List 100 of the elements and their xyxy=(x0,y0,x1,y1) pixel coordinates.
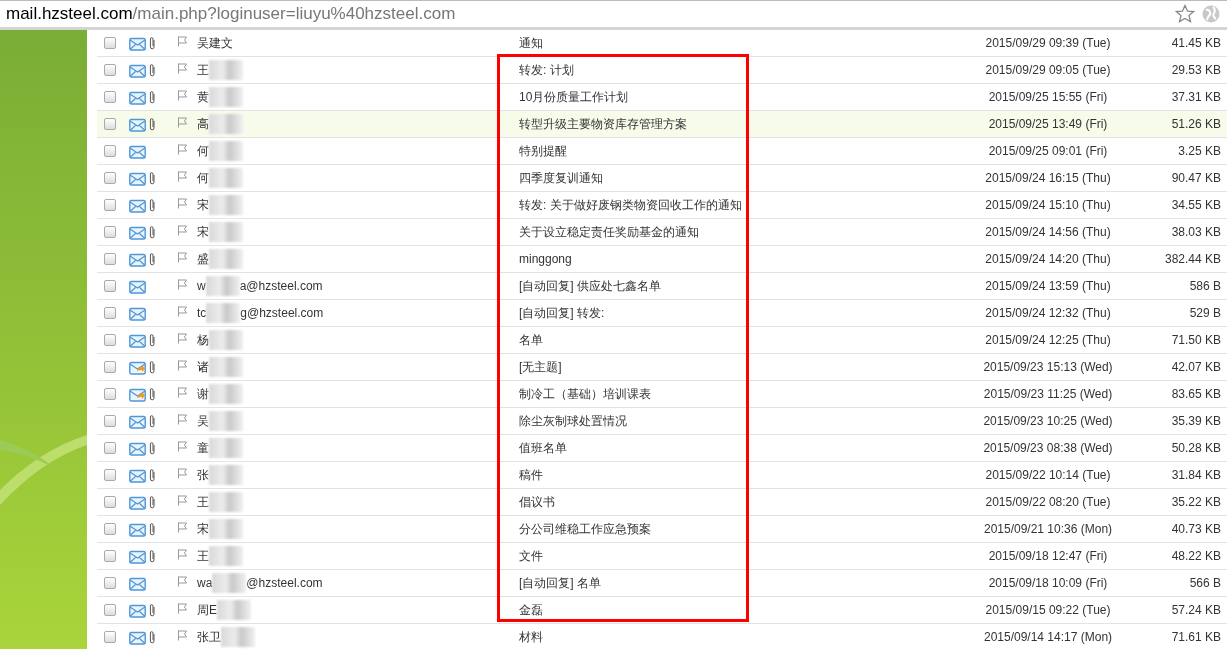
checkbox[interactable] xyxy=(104,577,116,589)
subject-link[interactable]: 倡议书 xyxy=(519,495,555,509)
size-text: 83.65 KB xyxy=(1171,387,1221,401)
flag-icon[interactable] xyxy=(177,305,189,317)
message-row[interactable]: 盛 minggong 2015/09/24 14:20 (Thu) 382.44 KB xyxy=(97,246,1227,273)
flag-icon[interactable] xyxy=(177,116,189,128)
checkbox[interactable] xyxy=(104,307,116,319)
flag-icon[interactable] xyxy=(177,602,189,614)
checkbox[interactable] xyxy=(104,631,116,643)
message-row[interactable]: 张 稿件 2015/09/22 10:14 (Tue) 31.84 KB xyxy=(97,462,1227,489)
subject-link[interactable]: 名单 xyxy=(519,333,543,347)
subject-link[interactable]: 转发: 关于做好废钢类物资回收工作的通知 xyxy=(519,198,742,212)
checkbox[interactable] xyxy=(104,226,116,238)
message-row[interactable]: 宋 转发: 关于做好废钢类物资回收工作的通知 2015/09/24 15:10 (Thu) 34.55 KB xyxy=(97,192,1227,219)
flag-icon[interactable] xyxy=(177,494,189,506)
subject-link[interactable]: 10月份质量工作计划 xyxy=(519,90,629,104)
checkbox[interactable] xyxy=(104,280,116,292)
flag-icon[interactable] xyxy=(177,413,189,425)
subject-link[interactable]: 金磊 xyxy=(519,603,543,617)
message-row[interactable]: 童 值班名单 2015/09/23 08:38 (Wed) 50.28 KB xyxy=(97,435,1227,462)
date-text: 2015/09/23 10:25 (Wed) xyxy=(983,414,1113,428)
flag-icon[interactable] xyxy=(177,35,189,47)
subject-link[interactable]: 转发: 计划 xyxy=(519,63,574,77)
subject-link[interactable]: 四季度复训通知 xyxy=(519,171,603,185)
star-icon[interactable] xyxy=(1175,4,1195,24)
checkbox[interactable] xyxy=(104,118,116,130)
subject-link[interactable]: minggong xyxy=(519,252,572,266)
subject-link[interactable]: 除尘灰制球处置情况 xyxy=(519,414,627,428)
checkbox[interactable] xyxy=(104,469,116,481)
size-text: 3.25 KB xyxy=(1178,144,1221,158)
flag-icon[interactable] xyxy=(177,629,189,641)
checkbox[interactable] xyxy=(104,388,116,400)
checkbox[interactable] xyxy=(104,415,116,427)
message-row[interactable]: 宋 分公司维稳工作应急预案 2015/09/21 10:36 (Mon) 40.73 KB xyxy=(97,516,1227,543)
flag-icon[interactable] xyxy=(177,548,189,560)
checkbox[interactable] xyxy=(104,145,116,157)
checkbox[interactable] xyxy=(104,550,116,562)
flag-icon[interactable] xyxy=(177,89,189,101)
checkbox[interactable] xyxy=(104,442,116,454)
message-row[interactable]: 杨 名单 2015/09/24 12:25 (Thu) 71.50 KB xyxy=(97,327,1227,354)
subject-link[interactable]: 分公司维稳工作应急预案 xyxy=(519,522,651,536)
checkbox[interactable] xyxy=(104,37,116,49)
flag-icon[interactable] xyxy=(177,386,189,398)
message-row[interactable]: 王 文件 2015/09/18 12:47 (Fri) 48.22 KB xyxy=(97,543,1227,570)
subject-link[interactable]: 材料 xyxy=(519,630,543,644)
checkbox[interactable] xyxy=(104,523,116,535)
checkbox[interactable] xyxy=(104,604,116,616)
checkbox[interactable] xyxy=(104,334,116,346)
subject-link[interactable]: [自动回复] 转发: xyxy=(519,306,605,320)
subject-link[interactable]: 稿件 xyxy=(519,468,543,482)
flag-icon[interactable] xyxy=(177,170,189,182)
message-row[interactable]: 何 四季度复训通知 2015/09/24 16:15 (Thu) 90.47 KB xyxy=(97,165,1227,192)
checkbox[interactable] xyxy=(104,172,116,184)
flag-icon[interactable] xyxy=(177,440,189,452)
flag-icon[interactable] xyxy=(177,359,189,371)
sender-name: 诸 xyxy=(197,359,209,376)
message-row[interactable]: 吴 除尘灰制球处置情况 2015/09/23 10:25 (Wed) 35.39 KB xyxy=(97,408,1227,435)
flag-icon[interactable] xyxy=(177,251,189,263)
subject-link[interactable]: 值班名单 xyxy=(519,441,567,455)
message-row[interactable]: 王 倡议书 2015/09/22 08:20 (Tue) 35.22 KB xyxy=(97,489,1227,516)
message-row[interactable]: 谢 制冷工（基础）培训课表 2015/09/23 11:25 (Wed) 83.65 KB xyxy=(97,381,1227,408)
subject-link[interactable]: [自动回复] 供应处七鑫名单 xyxy=(519,279,661,293)
url-text[interactable]: mail.hzsteel.com/main.php?loginuser=liuyu%40hzsteel.com xyxy=(6,1,1175,27)
checkbox[interactable] xyxy=(104,199,116,211)
checkbox[interactable] xyxy=(104,91,116,103)
flag-icon[interactable] xyxy=(177,575,189,587)
subject-link[interactable]: 文件 xyxy=(519,549,543,563)
flag-icon[interactable] xyxy=(177,62,189,74)
message-row[interactable]: 王 转发: 计划 2015/09/29 09:05 (Tue) 29.53 KB xyxy=(97,57,1227,84)
message-row[interactable]: tc g@hzsteel.com [自动回复] 转发: 2015/09/24 12:32 (Thu) 529 B xyxy=(97,300,1227,327)
size-text: 57.24 KB xyxy=(1171,603,1221,617)
message-row[interactable]: 张卫 材料 2015/09/14 14:17 (Mon) 71.61 KB xyxy=(97,624,1227,649)
checkbox[interactable] xyxy=(104,361,116,373)
message-row[interactable]: 宋 关于设立稳定责任奖励基金的通知 2015/09/24 14:56 (Thu) 38.03 KB xyxy=(97,219,1227,246)
flag-icon[interactable] xyxy=(177,332,189,344)
message-row[interactable]: 诸 [无主题] 2015/09/23 15:13 (Wed) 42.07 KB xyxy=(97,354,1227,381)
checkbox[interactable] xyxy=(104,64,116,76)
checkbox[interactable] xyxy=(104,496,116,508)
subject-link[interactable]: 关于设立稳定责任奖励基金的通知 xyxy=(519,225,699,239)
subject-link[interactable]: 转型升级主要物资库存管理方案 xyxy=(519,117,687,131)
flag-icon[interactable] xyxy=(177,521,189,533)
message-row[interactable]: 高 转型升级主要物资库存管理方案 2015/09/25 13:49 (Fri) 51.26 KB xyxy=(97,111,1227,138)
size-text: 42.07 KB xyxy=(1171,360,1221,374)
flag-icon[interactable] xyxy=(177,143,189,155)
flag-icon[interactable] xyxy=(177,278,189,290)
subject-link[interactable]: [自动回复] 名单 xyxy=(519,576,601,590)
message-row[interactable]: w a@hzsteel.com [自动回复] 供应处七鑫名单 2015/09/24 13:59 (Thu) 586 B xyxy=(97,273,1227,300)
flag-icon[interactable] xyxy=(177,197,189,209)
message-row[interactable]: 吴建文 通知 2015/09/29 09:39 (Tue) 41.45 KB xyxy=(97,30,1227,57)
flag-icon[interactable] xyxy=(177,467,189,479)
message-row[interactable]: 何 特别提醒 2015/09/25 09:01 (Fri) 3.25 KB xyxy=(97,138,1227,165)
subject-link[interactable]: [无主题] xyxy=(519,360,562,374)
subject-link[interactable]: 通知 xyxy=(519,36,543,50)
message-row[interactable]: 周E 金磊 2015/09/15 09:22 (Tue) 57.24 KB xyxy=(97,597,1227,624)
globe-icon[interactable] xyxy=(1201,4,1221,24)
message-row[interactable]: wa @hzsteel.com [自动回复] 名单 2015/09/18 10:09 (Fri) 566 B xyxy=(97,570,1227,597)
checkbox[interactable] xyxy=(104,253,116,265)
subject-link[interactable]: 制冷工（基础）培训课表 xyxy=(519,387,651,401)
flag-icon[interactable] xyxy=(177,224,189,236)
subject-link[interactable]: 特别提醒 xyxy=(519,144,567,158)
